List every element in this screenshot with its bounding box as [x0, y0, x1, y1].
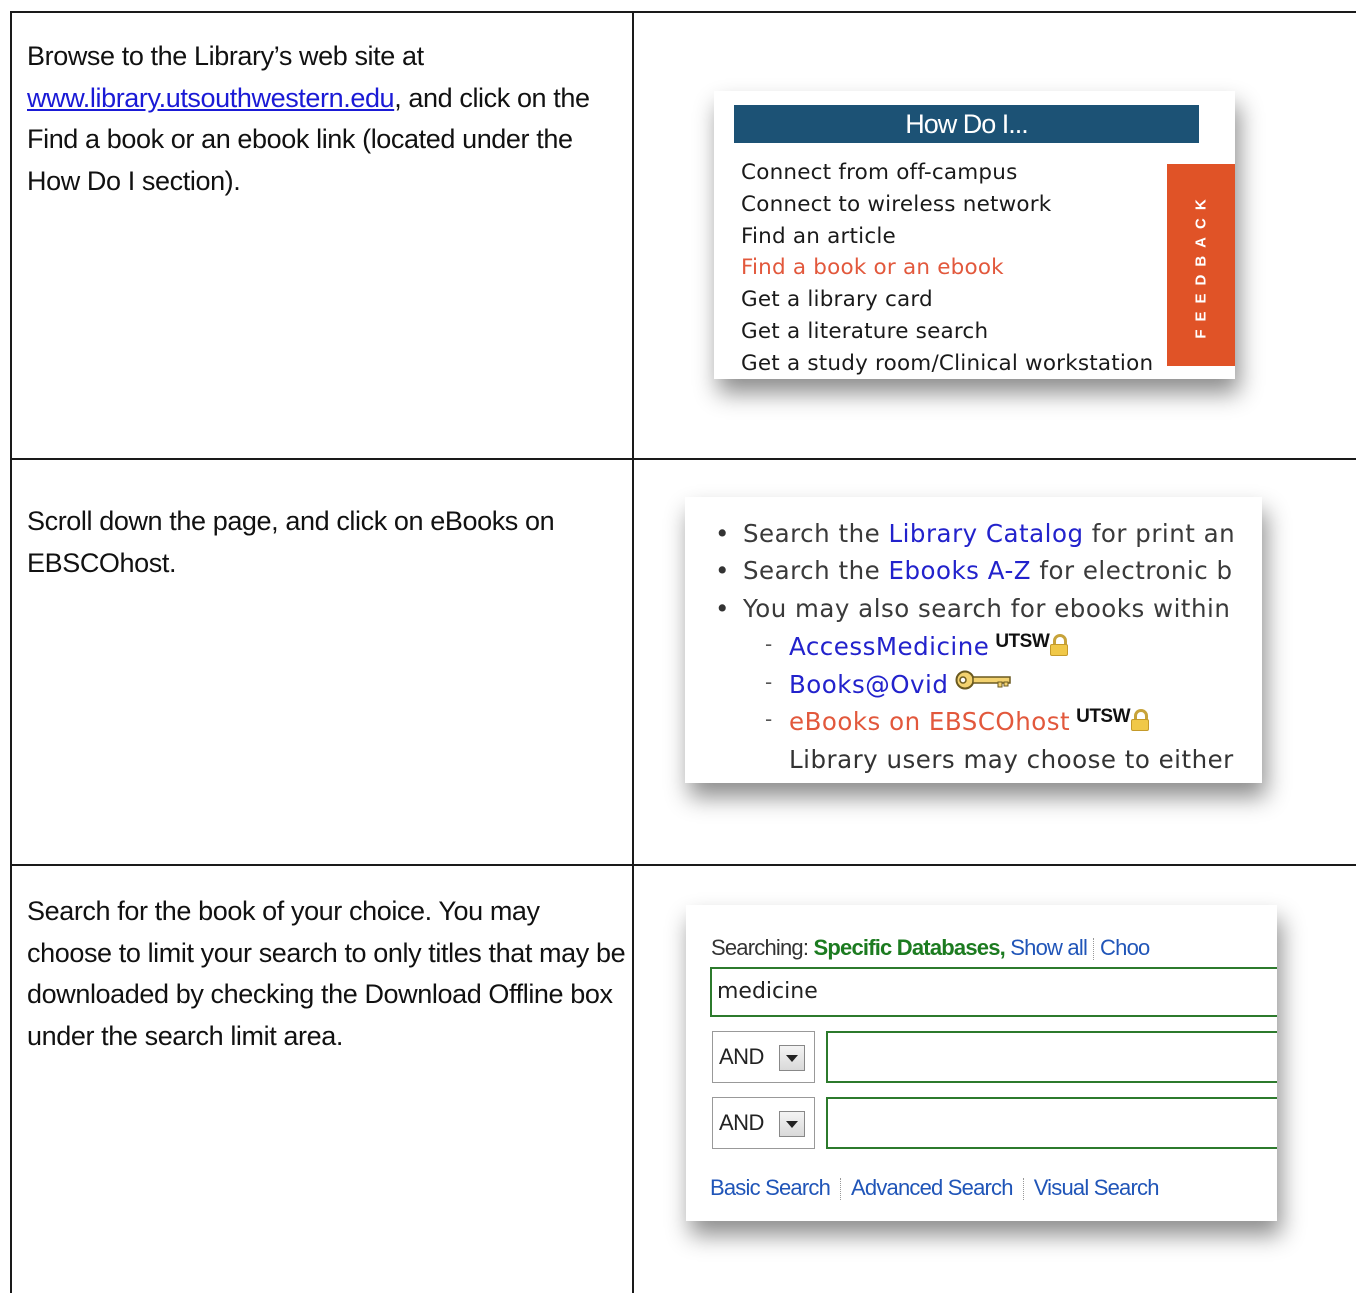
list-item: AccessMedicine UTSW [765, 631, 1069, 661]
howdo-item-library-card[interactable]: Get a library card [741, 284, 1153, 316]
chevron-down-icon[interactable] [779, 1045, 805, 1071]
howdo-item-article[interactable]: Find an article [741, 221, 1153, 253]
boolean-operator-select[interactable]: AND [712, 1031, 815, 1083]
list-item-text: for print an [1083, 519, 1236, 548]
list-item-text: for electronic b [1031, 556, 1233, 585]
how-do-i-header: How Do I... [734, 105, 1199, 143]
lock-icon [1131, 709, 1150, 731]
separator [1022, 1178, 1024, 1201]
searching-line: Searching: Specific Databases, Show all C… [711, 935, 1150, 961]
feedback-label: FEEDBACK [1192, 191, 1210, 339]
boolean-operator-value: AND [719, 1044, 764, 1069]
howdo-item-book-ebook[interactable]: Find a book or an ebook [741, 252, 1153, 284]
basic-search-link[interactable]: Basic Search [710, 1175, 831, 1200]
separator [1093, 938, 1095, 961]
ebsco-description: Library users may choose to either [789, 745, 1234, 774]
howdo-item-wireless[interactable]: Connect to wireless network [741, 189, 1153, 221]
how-do-i-screenshot: How Do I... Connect from off-campus Conn… [714, 91, 1235, 379]
list-item-text: Search the [743, 556, 889, 585]
search-input-2[interactable] [826, 1031, 1277, 1083]
boolean-operator-select[interactable]: AND [712, 1097, 815, 1149]
utsw-badge: UTSW [995, 631, 1050, 652]
table-row-divider-1 [10, 458, 1356, 460]
searching-databases: Specific Databases, [813, 935, 1006, 960]
visual-search-link[interactable]: Visual Search [1034, 1175, 1160, 1200]
instruction-step-1: Browse to the Library’s web site at www.… [27, 36, 627, 202]
list-item: Books@Ovid [765, 668, 1012, 701]
howdo-item-study-room[interactable]: Get a study room/Clinical workstation [741, 348, 1153, 379]
howdo-item-literature-search[interactable]: Get a literature search [741, 316, 1153, 348]
boolean-operator-value: AND [719, 1110, 764, 1135]
instruction-text: Browse to the Library’s web site at [27, 41, 424, 71]
list-item: You may also search for ebooks within [715, 594, 1230, 623]
search-mode-tabs: Basic Search Advanced Search Visual Search [710, 1175, 1159, 1201]
search-input[interactable]: medicine [710, 967, 1277, 1017]
list-item: eBooks on EBSCOhost UTSW [765, 706, 1150, 736]
list-item-text: Search the [743, 519, 889, 548]
choose-databases-link[interactable]: Choo [1100, 935, 1150, 960]
howdo-item-off-campus[interactable]: Connect from off-campus [741, 157, 1153, 189]
table-border-left [10, 12, 12, 1293]
searching-label: Searching: [711, 935, 814, 960]
library-website-link[interactable]: www.library.utsouthwestern.edu [27, 83, 395, 113]
feedback-tab[interactable]: FEEDBACK [1167, 164, 1235, 366]
list-item: Search the Library Catalog for print an [715, 519, 1236, 548]
advanced-search-link[interactable]: Advanced Search [851, 1175, 1013, 1200]
show-all-link[interactable]: Show all [1010, 935, 1088, 960]
ebooks-az-link[interactable]: Ebooks A-Z [888, 556, 1031, 585]
lock-icon [1050, 634, 1069, 656]
books-ovid-link[interactable]: Books@Ovid [789, 670, 948, 699]
table-row-divider-2 [10, 864, 1356, 866]
list-item: Search the Ebooks A-Z for electronic b [715, 556, 1233, 585]
instruction-step-2: Scroll down the page, and click on eBook… [27, 506, 555, 578]
table-border-top [10, 11, 1356, 13]
ebook-links-screenshot: Search the Library Catalog for print an … [685, 497, 1262, 783]
separator [840, 1178, 842, 1201]
ebsco-search-screenshot: Searching: Specific Databases, Show all C… [686, 905, 1277, 1221]
search-input-3[interactable] [826, 1097, 1277, 1149]
accessmedicine-link[interactable]: AccessMedicine [789, 632, 989, 661]
how-do-i-list: Connect from off-campus Connect to wirel… [741, 157, 1153, 379]
table-column-divider [632, 12, 634, 1293]
utsw-badge: UTSW [1076, 706, 1131, 727]
key-icon [954, 668, 1012, 697]
ebooks-on-ebscohost-link[interactable]: eBooks on EBSCOhost [789, 707, 1070, 736]
chevron-down-icon[interactable] [779, 1111, 805, 1137]
library-catalog-link[interactable]: Library Catalog [888, 519, 1083, 548]
instruction-step-3: Search for the book of your choice. You … [27, 896, 626, 1051]
